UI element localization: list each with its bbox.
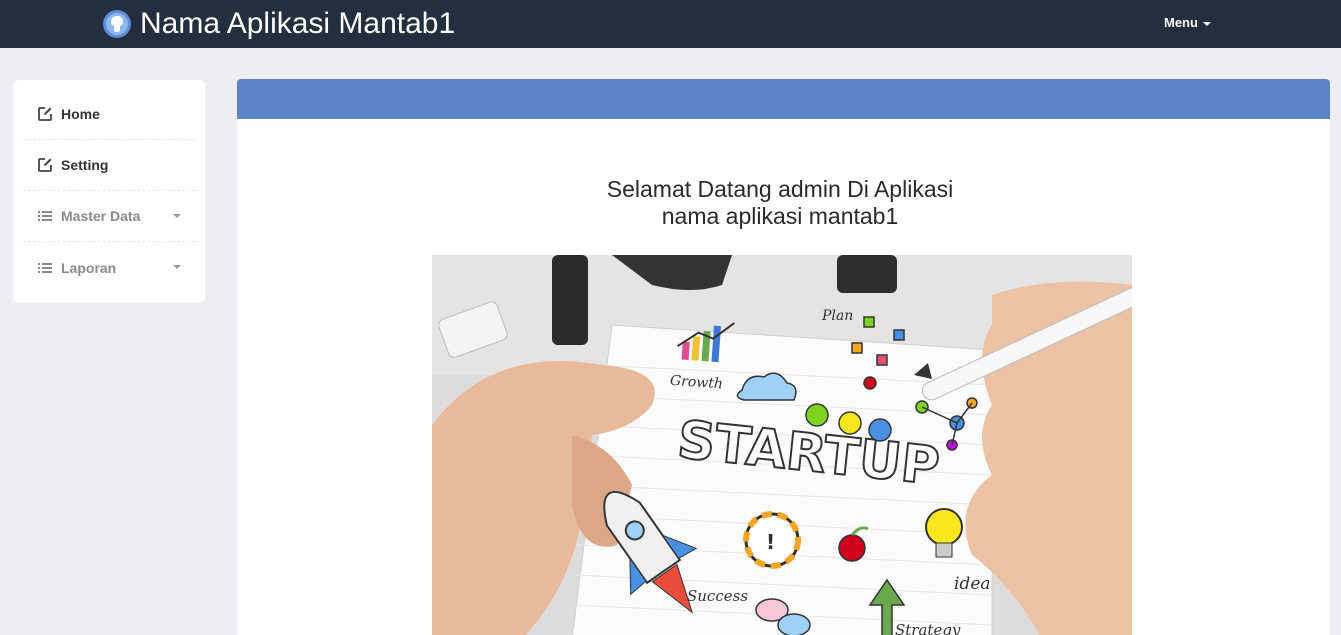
welcome-line-2: nama aplikasi mantab1 [661,203,899,229]
edit-icon [38,107,52,121]
svg-text:Success: Success [687,587,748,605]
sidebar-item-setting[interactable]: Setting [23,140,195,191]
app-logo-icon [103,10,131,38]
main-panel: Selamat Datang admin Di Aplikasi nama ap… [237,79,1330,635]
sidebar-item-master-data[interactable]: Master Data [23,191,195,242]
top-navbar: Nama Aplikasi Mantab1 Menu [0,0,1341,48]
sidebar-item-label: Laporan [61,259,117,276]
welcome-line-1: Selamat Datang admin Di Aplikasi [606,176,954,202]
welcome-message: Selamat Datang admin Di Aplikasi nama ap… [237,176,1323,230]
svg-text:Plan: Plan [821,308,853,324]
app-title: Nama Aplikasi Mantab1 [140,7,456,40]
list-icon [38,211,52,221]
edit-icon [38,158,52,172]
startup-illustration: STARTUP Growth Plan ! idea Success Strat… [432,255,1132,635]
sidebar-item-laporan[interactable]: Laporan [23,242,195,293]
caret-down-icon [173,265,181,269]
menu-label: Menu [1164,15,1198,30]
svg-text:!: ! [766,530,775,554]
list-icon [38,262,52,273]
sidebar-item-label: Setting [61,157,109,173]
panel-heading [237,79,1330,119]
sidebar-item-label: Home [61,106,100,122]
sidebar: Home Setting Master Data Laporan [13,80,205,303]
sidebar-item-home[interactable]: Home [23,89,195,140]
brand-link[interactable]: Nama Aplikasi Mantab1 [102,6,455,42]
svg-text:Strategy: Strategy [895,621,961,635]
caret-down-icon [173,214,181,218]
svg-text:idea: idea [954,574,991,594]
sidebar-item-label: Master Data [61,208,141,224]
menu-dropdown-toggle[interactable]: Menu [1164,15,1211,30]
caret-down-icon [1202,21,1211,26]
